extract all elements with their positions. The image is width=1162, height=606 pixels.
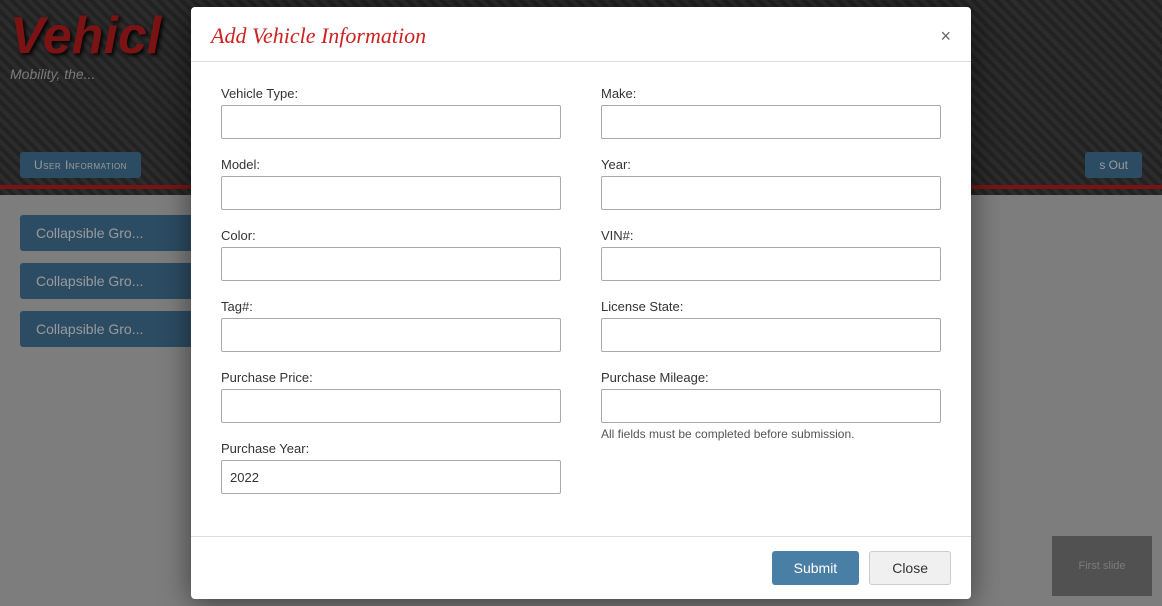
vehicle-type-group: Vehicle Type: [221,86,561,139]
vin-input[interactable] [601,247,941,281]
form-left-column: Vehicle Type: Model: Color: Tag#: [221,86,561,512]
purchase-year-group: Purchase Year: [221,441,561,494]
purchase-price-label: Purchase Price: [221,370,561,385]
license-state-group: License State: [601,299,941,352]
vin-group: VIN#: [601,228,941,281]
color-input[interactable] [221,247,561,281]
tag-label: Tag#: [221,299,561,314]
purchase-price-input[interactable] [221,389,561,423]
make-label: Make: [601,86,941,101]
form-grid: Vehicle Type: Model: Color: Tag#: [221,86,941,512]
make-group: Make: [601,86,941,139]
year-input[interactable] [601,176,941,210]
tag-input[interactable] [221,318,561,352]
license-state-label: License State: [601,299,941,314]
color-group: Color: [221,228,561,281]
modal-title: Add Vehicle Information [211,23,426,49]
modal-overlay: Add Vehicle Information × Vehicle Type: … [0,0,1162,606]
color-label: Color: [221,228,561,243]
purchase-mileage-label: Purchase Mileage: [601,370,941,385]
tag-group: Tag#: [221,299,561,352]
model-input[interactable] [221,176,561,210]
vehicle-type-label: Vehicle Type: [221,86,561,101]
license-state-input[interactable] [601,318,941,352]
modal-close-x-button[interactable]: × [940,27,951,45]
validation-message: All fields must be completed before subm… [601,427,941,441]
form-right-column: Make: Year: VIN#: License State: [601,86,941,512]
purchase-mileage-group: Purchase Mileage: All fields must be com… [601,370,941,441]
purchase-price-group: Purchase Price: [221,370,561,423]
year-group: Year: [601,157,941,210]
model-group: Model: [221,157,561,210]
modal-footer: Submit Close [191,536,971,599]
modal-header: Add Vehicle Information × [191,7,971,62]
add-vehicle-modal: Add Vehicle Information × Vehicle Type: … [191,7,971,599]
model-label: Model: [221,157,561,172]
submit-button[interactable]: Submit [772,551,860,585]
purchase-year-input[interactable] [221,460,561,494]
close-button[interactable]: Close [869,551,951,585]
year-label: Year: [601,157,941,172]
vin-label: VIN#: [601,228,941,243]
modal-body: Vehicle Type: Model: Color: Tag#: [191,62,971,536]
vehicle-type-input[interactable] [221,105,561,139]
purchase-mileage-input[interactable] [601,389,941,423]
purchase-year-label: Purchase Year: [221,441,561,456]
make-input[interactable] [601,105,941,139]
